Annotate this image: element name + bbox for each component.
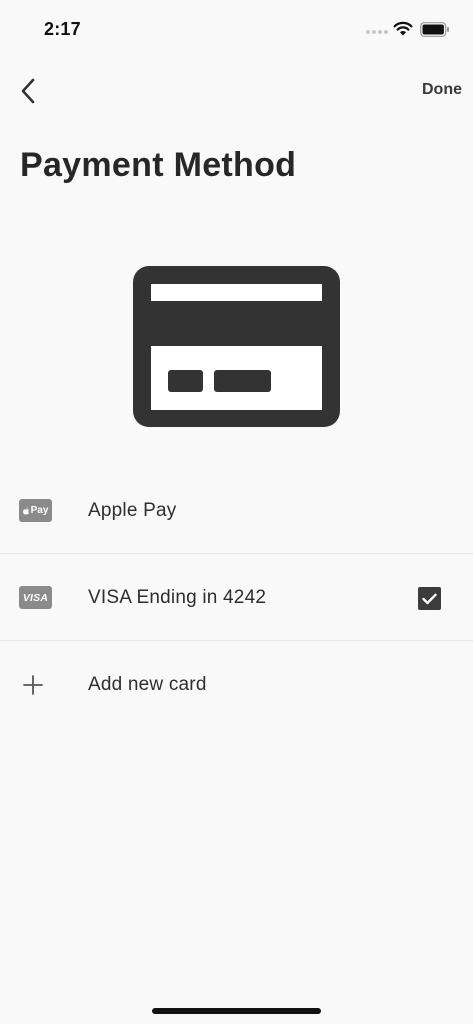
status-bar: 2:17 — [0, 0, 473, 56]
home-indicator — [152, 1008, 321, 1014]
payment-method-list: Pay Apple Pay VISA VISA Ending in 4242 A… — [0, 467, 473, 728]
page-title: Payment Method — [20, 146, 297, 184]
payment-method-screen: 2:17 Done Payment Method Pay Apple Pay V… — [0, 0, 473, 1024]
payment-option-label: VISA Ending in 4242 — [88, 587, 267, 608]
selected-checkbox[interactable] — [418, 587, 441, 610]
credit-card-icon — [133, 266, 340, 427]
payment-option-visa[interactable]: VISA VISA Ending in 4242 — [0, 554, 473, 641]
payment-option-apple-pay[interactable]: Pay Apple Pay — [0, 467, 473, 554]
plus-icon — [23, 675, 43, 695]
apple-pay-badge-text: Pay — [30, 505, 49, 516]
back-button[interactable] — [14, 76, 42, 106]
add-new-card-button[interactable]: Add new card — [0, 641, 473, 728]
cellular-signal-icon — [366, 30, 388, 34]
chevron-left-icon — [21, 78, 35, 104]
wifi-icon — [393, 21, 413, 36]
battery-icon — [420, 22, 449, 37]
done-button[interactable]: Done — [422, 81, 462, 99]
checkmark-icon — [422, 593, 437, 604]
payment-option-label: Apple Pay — [88, 500, 177, 521]
add-new-card-label: Add new card — [88, 674, 207, 695]
visa-badge-text: VISA — [22, 591, 49, 604]
status-time: 2:17 — [44, 19, 81, 39]
visa-icon: VISA — [19, 586, 52, 609]
apple-pay-icon: Pay — [19, 499, 52, 522]
